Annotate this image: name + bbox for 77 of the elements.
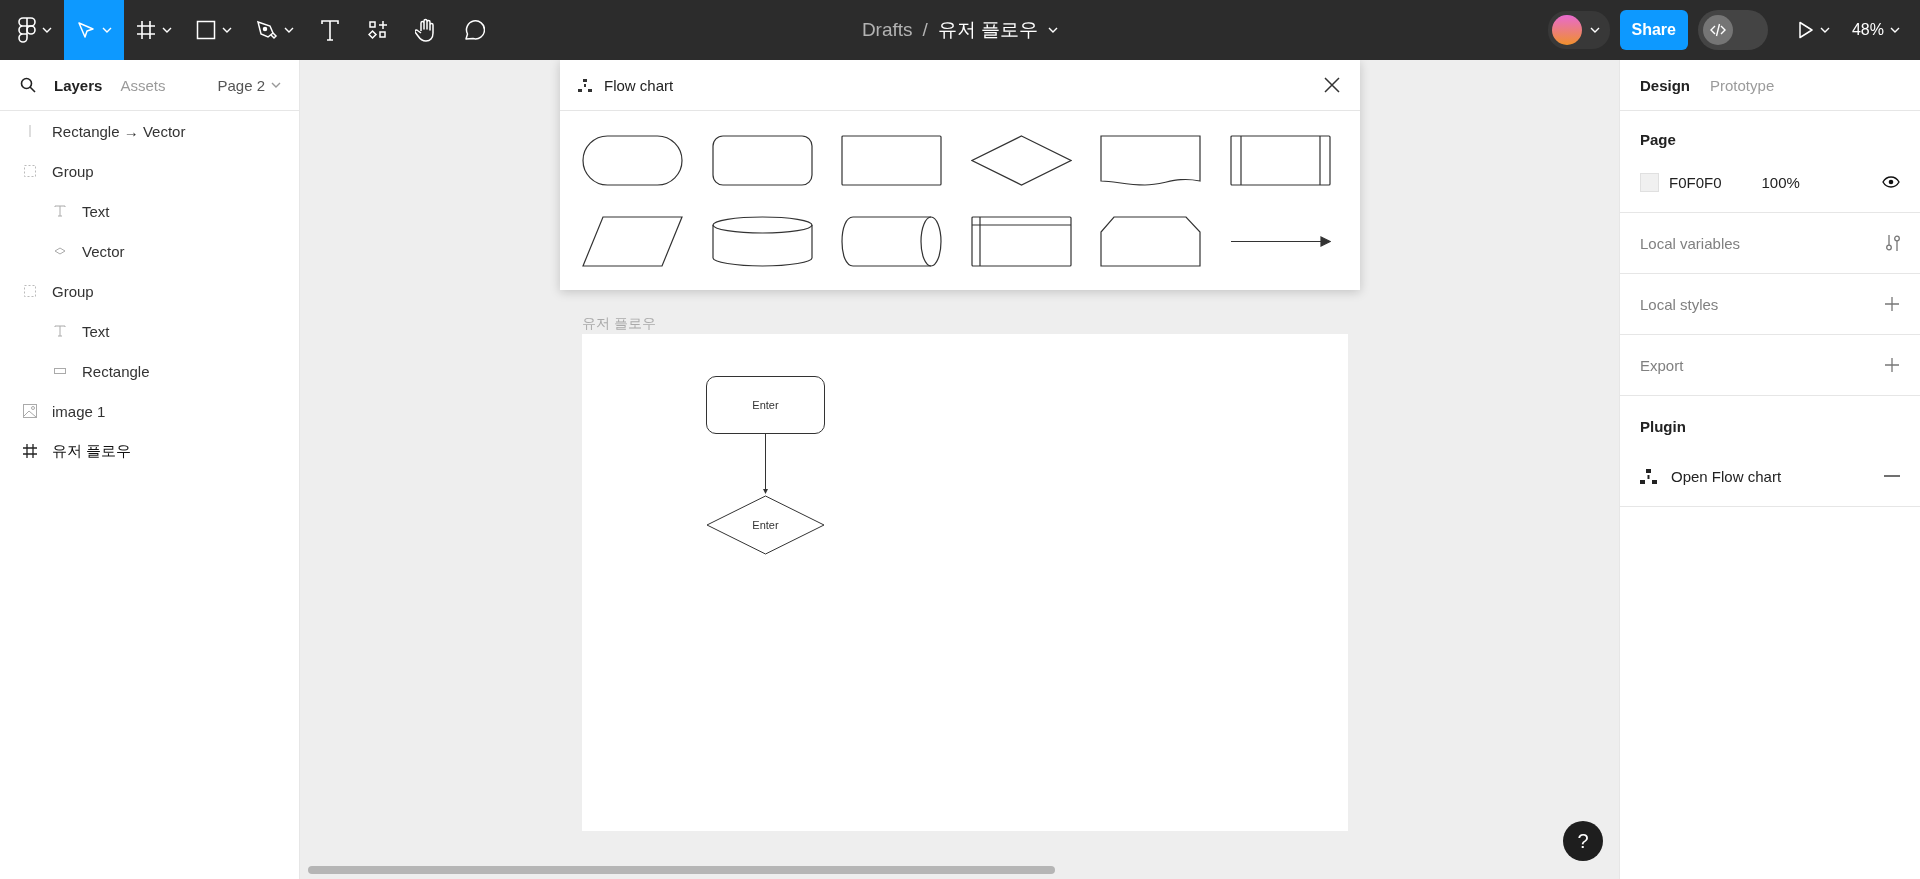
text-icon [52,203,68,219]
chevron-down-icon [1819,27,1830,33]
frame-label: 유저 플로우 [582,315,656,333]
flowchart-icon [1640,468,1657,484]
flowchart-icon [578,78,592,92]
chevron-down-icon [1048,27,1059,33]
document-shape[interactable] [1100,135,1201,186]
predefined-process-shape[interactable] [1229,135,1331,186]
layer-name[interactable]: Group [52,162,94,180]
plus-icon[interactable] [1884,357,1900,373]
text-icon [52,323,68,339]
cursor-icon [76,20,96,40]
sliders-icon[interactable] [1886,234,1900,252]
folder-link[interactable]: Drafts [861,19,913,41]
cylinder-shape[interactable] [711,216,813,267]
layer-name[interactable]: Vector [82,242,125,260]
opacity-value[interactable]: 100% [1761,173,1800,191]
dashed-square-icon [22,163,38,179]
file-name[interactable]: 유저 플로우 [937,17,1039,43]
rectangle-shape[interactable] [841,135,942,186]
image-icon [22,403,38,419]
node-label: Enter [752,399,779,411]
chevron-down-icon [1589,27,1600,33]
node-label: Enter [752,519,779,531]
color-swatch[interactable] [1640,172,1659,192]
horizontal-scrollbar[interactable] [308,866,1055,874]
frame-icon [136,20,156,40]
logo-icon [18,17,36,43]
minus-icon [1884,475,1900,477]
internal-storage-shape[interactable] [970,216,1072,267]
dev-mode-toggle[interactable] [1697,10,1768,50]
section-title: Local styles [1640,295,1719,313]
hand-icon [415,18,437,42]
avatar-menu[interactable] [1547,11,1610,49]
color-hex[interactable]: F0F0F0 [1669,173,1722,191]
eye-icon[interactable] [1882,176,1900,188]
play-icon [1797,21,1814,39]
panel-tab[interactable]: Layers [54,76,103,94]
text-icon [320,19,340,41]
plugin-item[interactable]: Open Flow chart [1671,467,1782,485]
pen-icon [256,20,278,40]
rounded-rectangle-shape[interactable] [711,135,813,186]
diamond-shape[interactable] [970,135,1072,186]
page-selector[interactable]: Page 2 [217,76,281,94]
pill-shape[interactable] [582,135,683,186]
square-icon [196,20,216,40]
horizontal-cylinder-shape[interactable] [841,216,942,267]
user-avatar [1551,15,1582,45]
shapes-grid-icon [368,20,388,40]
chevron-down-icon [271,82,281,88]
layer-name[interactable]: Rectangle → Vector [52,122,186,140]
search-icon[interactable] [20,77,36,93]
breadcrumb-separator: / [922,19,928,41]
line-icon [29,125,31,137]
plugin-title: Flow chart [604,76,674,94]
comment-icon [463,19,485,41]
dashed-square-icon [22,283,38,299]
layer-name[interactable]: Text [82,322,110,340]
zoom-menu[interactable]: 48% [1845,20,1906,40]
panel-tab[interactable]: Design [1640,76,1690,94]
close-icon [1324,77,1340,93]
help-button[interactable]: ? [1563,821,1603,861]
layer-name[interactable]: image 1 [52,402,106,420]
chevron-down-icon [1890,27,1900,33]
section-title: Local variables [1640,234,1741,252]
section-title: Export [1640,356,1684,374]
frame-icon [22,443,38,459]
close-button[interactable] [1324,77,1340,93]
code-icon [1709,23,1726,37]
plus-icon[interactable] [1884,296,1900,312]
section-title: Plugin [1640,416,1687,437]
parallelogram-shape[interactable] [582,216,683,267]
layer-name[interactable]: Text [82,202,110,220]
section-title: Page [1640,129,1677,150]
layer-name[interactable]: 유저 플로우 [52,441,132,461]
layer-name[interactable]: Group [52,282,94,300]
layer-name[interactable]: Rectangle [82,362,150,380]
